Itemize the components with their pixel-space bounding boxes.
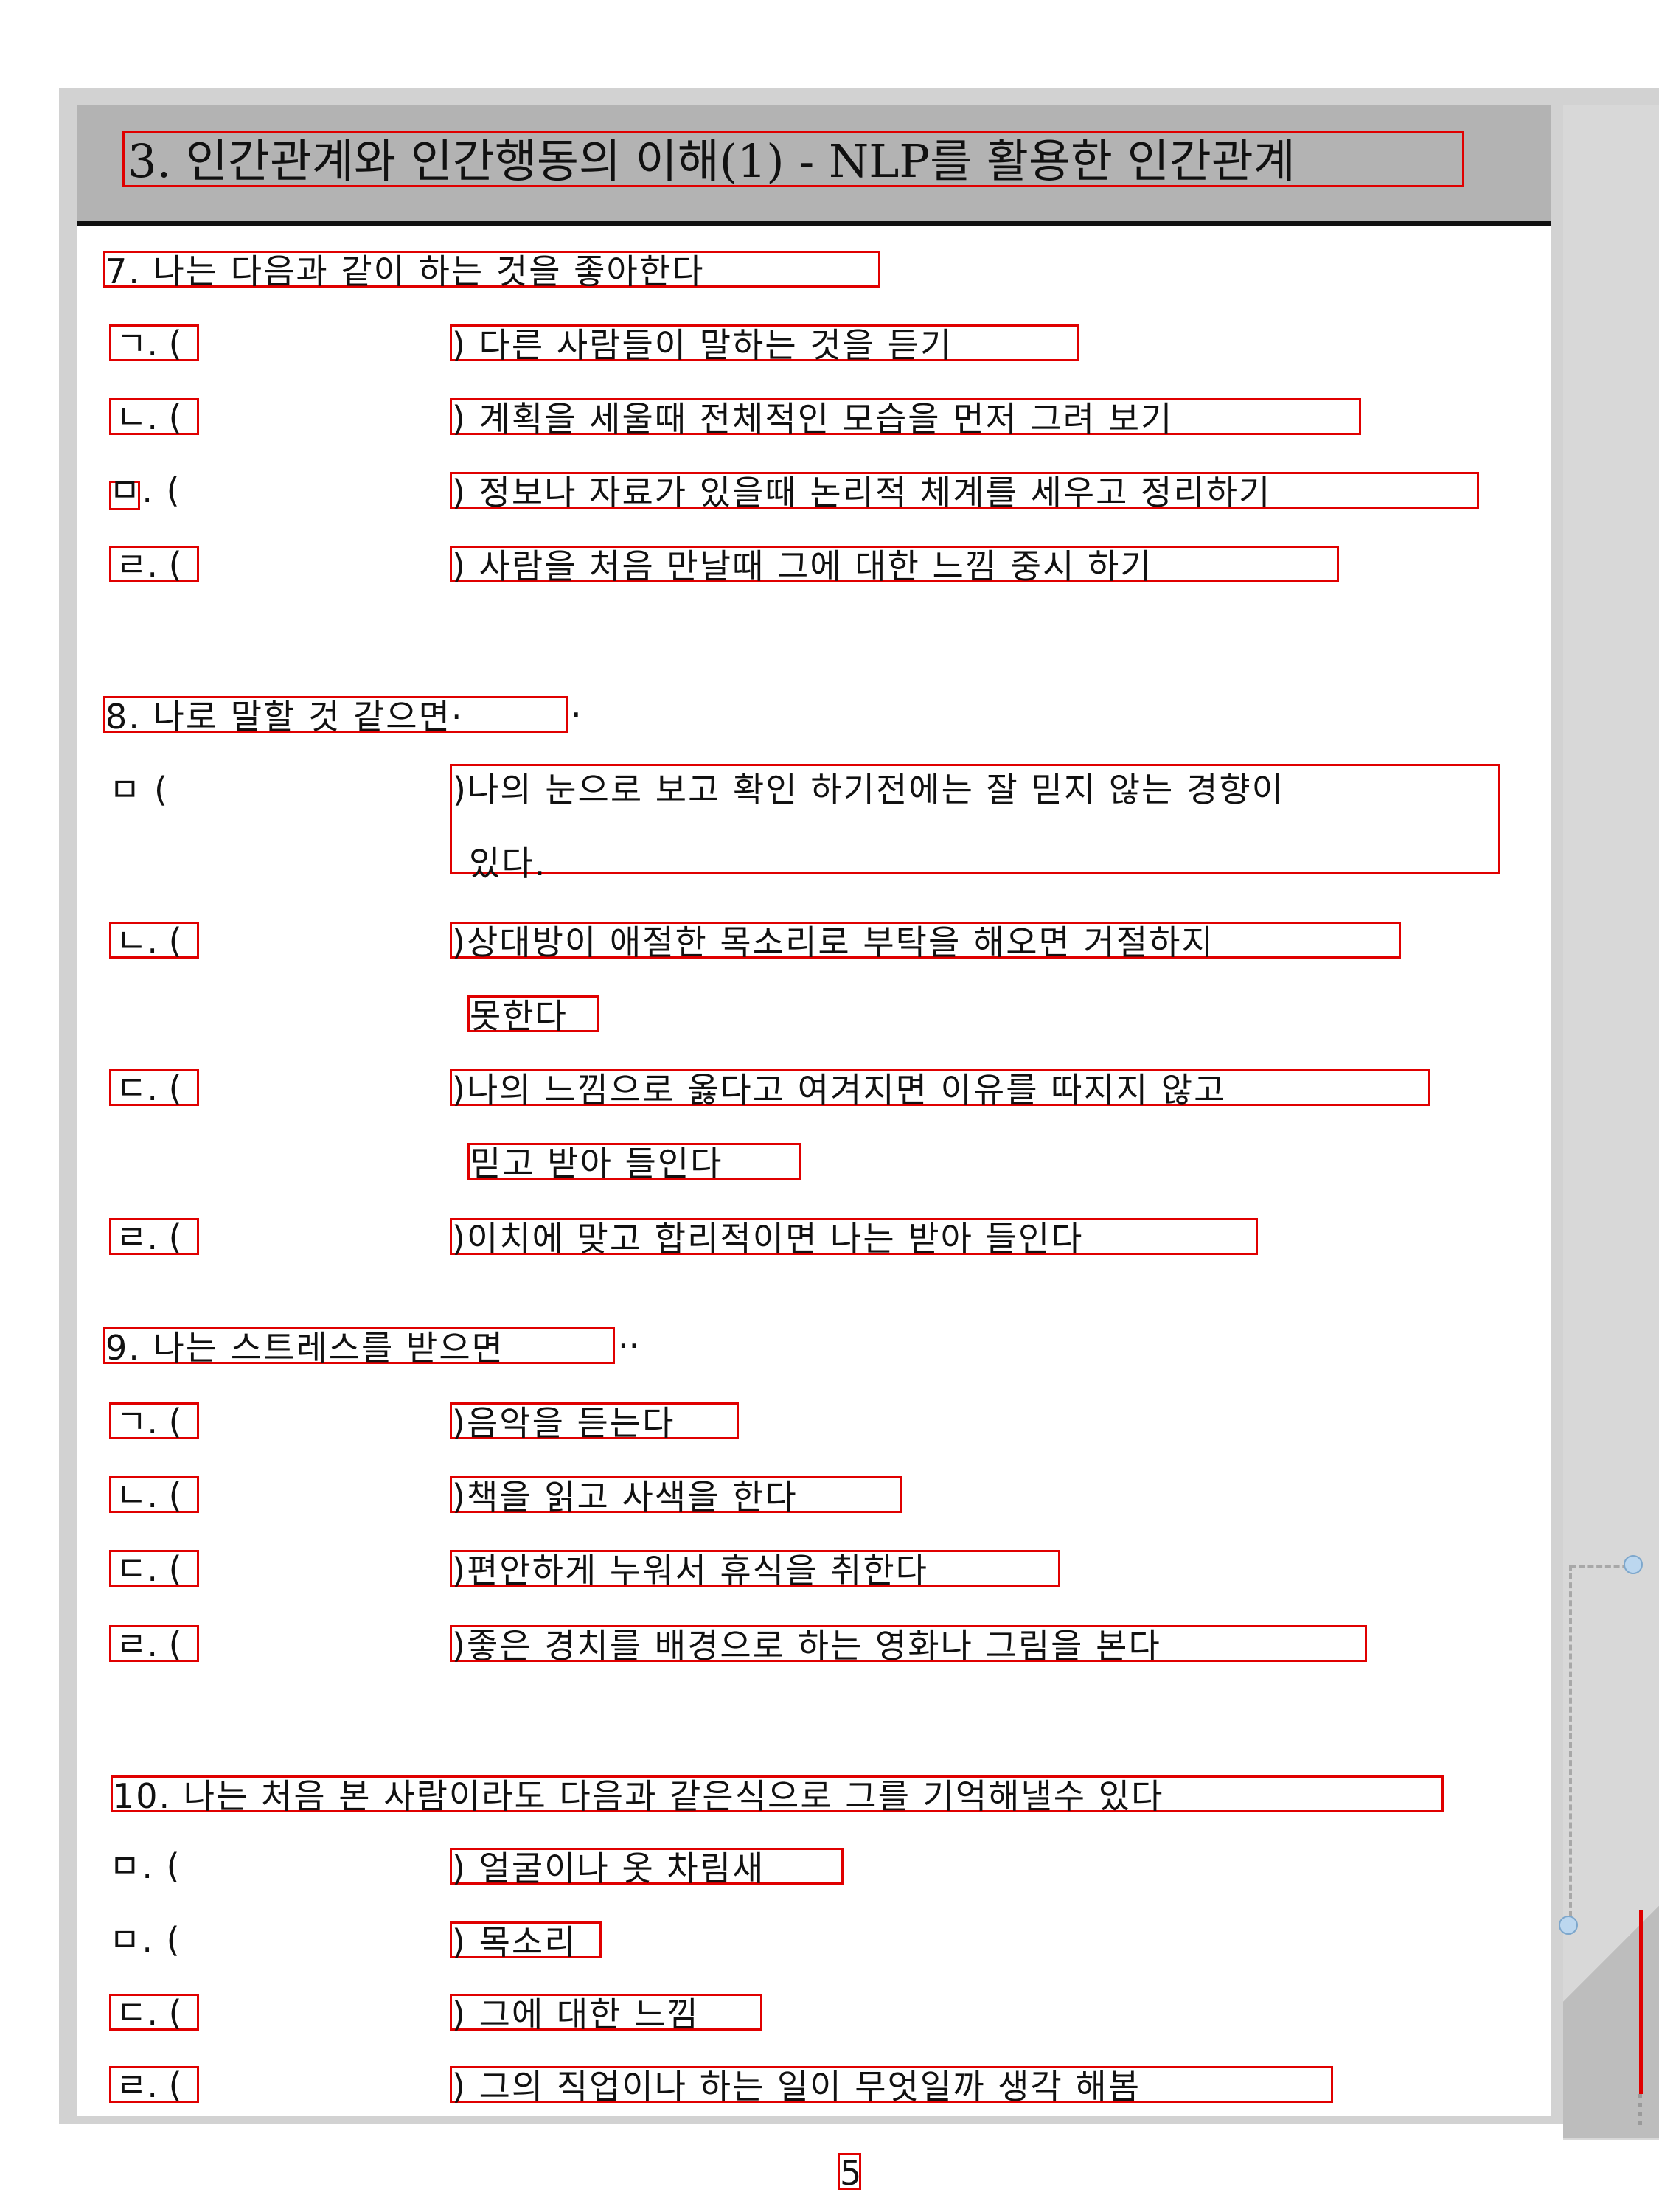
option-text: ) 그에 대한 느낌 xyxy=(450,1994,762,2033)
option-text: ) 사람을 처음 만날때 그에 대한 느낌 중시 하기 xyxy=(450,546,1339,585)
resize-handle-bottom[interactable] xyxy=(1559,1916,1578,1935)
option-label: ㄹ. ( xyxy=(109,1218,199,1255)
option-text: ) 그의 직업이나 하는 일이 무엇일까 생각 해봄 xyxy=(450,2066,1333,2105)
question-7: 7. 나는 다음과 같이 하는 것을 좋아한다 xyxy=(103,251,880,290)
option-label: ㄹ. ( xyxy=(109,546,199,582)
option-text: )나의 느낌으로 옳다고 여겨지면 이유를 따지지 않고 xyxy=(450,1069,1430,1108)
option-label: ㄷ. ( xyxy=(109,1550,199,1587)
option-text: ) 다른 사람들이 말하는 것을 듣기 xyxy=(450,324,1079,364)
option-label: ㄷ. ( xyxy=(109,1069,199,1106)
option-text: ) 얼굴이나 옷 차림새 xyxy=(450,1848,844,1887)
option-label: ㄱ. ( xyxy=(109,324,199,361)
option-text: )나의 눈으로 보고 확인 하기전에는 잘 믿지 않는 경향이 xyxy=(453,770,1284,810)
option-text: )상대방이 애절한 목소리로 부탁을 해오면 거절하지 xyxy=(450,922,1401,961)
question-9-trail: ·· xyxy=(618,1326,640,1366)
question-8: 8. 나로 말할 것 같으면· xyxy=(103,696,568,735)
question-9: 9. 나는 스트레스를 받으면 xyxy=(103,1327,615,1366)
option-label: ㅁ ( xyxy=(109,770,169,810)
selection-guide-vertical xyxy=(1569,1565,1572,1926)
option-text: )좋은 경치를 배경으로 하는 영화나 그림을 본다 xyxy=(450,1625,1367,1664)
option-label: ㄷ. ( xyxy=(109,1994,199,2031)
option-label: ㅁ. ( xyxy=(109,1920,181,1960)
scrollbar-track[interactable] xyxy=(1639,1910,1643,2094)
scroll-indicator xyxy=(1638,2094,1642,2128)
option-label-text: ㅁ. ( xyxy=(109,470,181,510)
option-text-continued: 못한다 xyxy=(467,995,599,1034)
page-number: 5 xyxy=(838,2153,861,2191)
option-label: ㄴ. ( xyxy=(109,922,199,959)
option-text: ) 목소리 xyxy=(450,1921,602,1961)
option-text: )책을 읽고 사색을 한다 xyxy=(450,1476,902,1515)
resize-handle-top[interactable] xyxy=(1624,1555,1643,1574)
side-panel-shadow xyxy=(1563,1770,1659,2138)
option-label: ㄹ. ( xyxy=(109,2066,199,2103)
option-text: ) 정보나 자료가 있을때 논리적 체계를 세우고 정리하기 xyxy=(450,472,1479,511)
page-title: 3. 인간관계와 인간행동의 이해(1) - NLP를 활용한 인간관계 xyxy=(122,131,1464,188)
option-text-continued: 믿고 받아 들인다 xyxy=(467,1143,801,1182)
option-label: ㄴ. ( xyxy=(109,398,199,435)
option-label: ㅁ. ( xyxy=(109,1846,181,1886)
option-text: )편안하게 누워서 휴식을 취한다 xyxy=(450,1550,1060,1589)
option-text: )음악을 듣는다 xyxy=(450,1402,739,1441)
title-divider xyxy=(77,221,1551,226)
question-8-trail: · xyxy=(571,695,582,734)
option-label: ㄹ. ( xyxy=(109,1625,199,1662)
option-text: ) 계획을 세울때 전체적인 모습을 먼저 그려 보기 xyxy=(450,398,1361,437)
option-label: ㄱ. ( xyxy=(109,1402,199,1439)
option-text-continued: 있다. xyxy=(469,844,547,883)
option-label: ㄴ. ( xyxy=(109,1476,199,1513)
question-10: 10. 나는 처음 본 사람이라도 다음과 같은식으로 그를 기억해낼수 있다 xyxy=(111,1775,1444,1815)
option-text: )이치에 맞고 합리적이면 나는 받아 들인다 xyxy=(450,1218,1258,1257)
